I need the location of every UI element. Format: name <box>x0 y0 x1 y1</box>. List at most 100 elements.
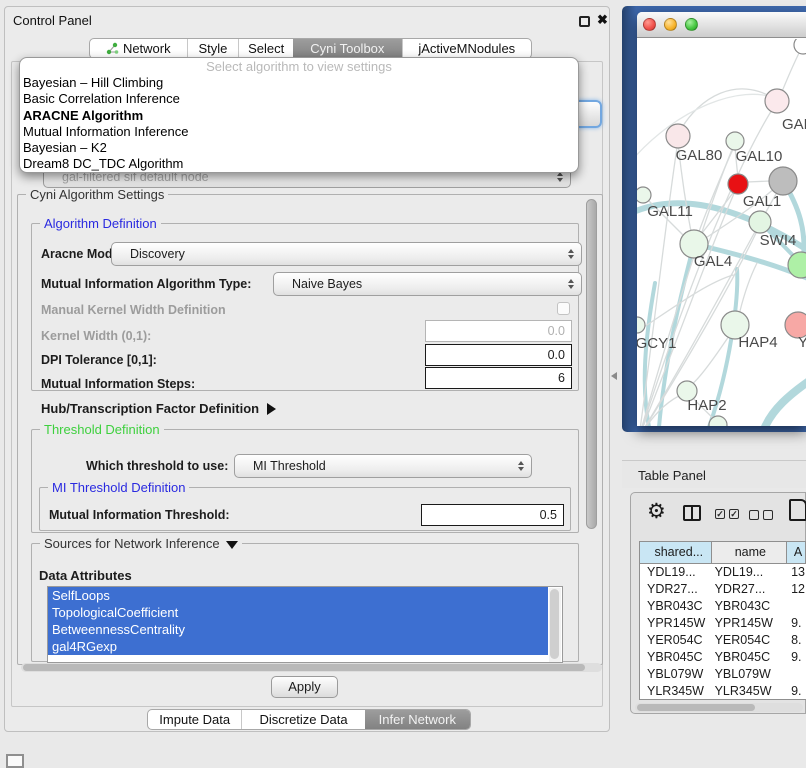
table-row[interactable]: YPR145WYPR145W9. <box>640 615 806 632</box>
manual-kernel-checkbox[interactable] <box>557 302 570 315</box>
data-attribute-item[interactable]: SelfLoops <box>48 587 548 604</box>
data-attribute-item[interactable]: gal4RGexp <box>48 638 548 655</box>
tab-label: Select <box>248 41 284 56</box>
column-header[interactable]: shared... <box>640 542 712 563</box>
which-threshold-combo[interactable]: MI Threshold <box>234 454 532 478</box>
algorithm-option[interactable]: Bayesian – K2 <box>20 140 578 156</box>
stepper-arrows-icon <box>518 461 524 471</box>
node-label: GAL <box>782 116 806 133</box>
tab-network[interactable]: Network <box>90 39 187 58</box>
network-node[interactable] <box>794 39 806 54</box>
dropdown-placeholder: Select algorithm to view settings <box>20 58 578 75</box>
tab-infer-network[interactable]: Infer Network <box>365 710 470 729</box>
sources-expander[interactable]: Sources for Network Inference <box>40 536 242 551</box>
node-label: GAL11 <box>647 203 693 220</box>
column-header[interactable]: A <box>787 542 806 563</box>
mi-threshold-field[interactable]: 0.5 <box>421 504 564 526</box>
tab-discretize-data[interactable]: Discretize Data <box>241 710 364 729</box>
table-cell: YLR345W <box>640 683 712 699</box>
stepper-arrows-icon <box>557 172 563 182</box>
table-row[interactable]: YER054CYER054C8. <box>640 632 806 649</box>
tab-select[interactable]: Select <box>238 39 293 58</box>
aracne-mode-combo[interactable]: Discovery <box>111 242 582 266</box>
algorithm-option[interactable]: Mutual Information Inference <box>20 124 578 140</box>
table-row[interactable]: YBR043CYBR043C <box>640 598 806 615</box>
network-node-gal1[interactable] <box>749 211 771 233</box>
aracne-mode-value: Discovery <box>130 247 185 261</box>
table-row[interactable]: YDL19...YDL19...13 <box>640 564 806 581</box>
table-cell: YBR043C <box>712 598 788 615</box>
column-header[interactable]: name <box>712 542 788 563</box>
list-vertical-scrollbar[interactable] <box>549 588 561 662</box>
network-edge[interactable] <box>747 181 770 182</box>
network-window: GALGAL80GAL10GAL11GAL1SWI4GAL4GCY1HAP4YH… <box>637 12 806 426</box>
mi-type-combo[interactable]: Naive Bayes <box>273 272 582 296</box>
close-traffic-icon[interactable] <box>643 18 656 31</box>
table-row[interactable]: YBR045CYBR045C9. <box>640 649 806 666</box>
network-node-gcy1[interactable] <box>637 317 645 333</box>
data-attributes-list[interactable]: SelfLoopsTopologicalCoefficientBetweenne… <box>47 586 563 663</box>
network-window-titlebar[interactable] <box>637 12 806 38</box>
collapsed-panel-icon[interactable] <box>6 754 24 768</box>
table-cell: YBL079W <box>712 666 788 683</box>
float-window-icon[interactable] <box>579 16 590 27</box>
node-label: Y <box>798 334 806 351</box>
table-cell: YER054C <box>712 632 788 649</box>
table-cell: 8. <box>787 632 806 649</box>
select-columns-icon[interactable]: ✓✓ <box>715 509 739 519</box>
network-node[interactable] <box>769 167 797 195</box>
settings-vertical-scrollbar[interactable] <box>586 199 597 529</box>
table-cell: 13 <box>787 564 806 581</box>
algorithm-option[interactable]: Dream8 DC_TDC Algorithm <box>20 156 578 172</box>
algorithm-option[interactable]: Basic Correlation Inference <box>20 91 578 107</box>
tab-label: Discretize Data <box>259 712 347 727</box>
table-cell <box>787 598 806 615</box>
close-icon[interactable]: ✖ <box>597 12 608 28</box>
expander-down-arrow-icon <box>226 541 238 549</box>
hub-definition-label: Hub/Transcription Factor Definition <box>41 401 259 416</box>
control-panel-tabbar: NetworkStyle Select Cyni ToolboxjActiveMNo… <box>89 38 532 59</box>
network-graph: GALGAL80GAL10GAL11GAL1SWI4GAL4GCY1HAP4YH… <box>637 39 806 426</box>
minimize-traffic-icon[interactable] <box>664 18 677 31</box>
table-row[interactable]: YDR27...YDR27...12 <box>640 581 806 598</box>
table-cell: 9. <box>787 615 806 632</box>
panel-title: Control Panel <box>13 13 92 28</box>
cyni-bottom-tabbar: Impute Data Discretize Data Infer Network <box>147 709 471 730</box>
algorithm-option[interactable]: ARACNE Algorithm <box>20 108 578 124</box>
mi-type-label: Mutual Information Algorithm Type: <box>41 277 251 291</box>
network-node-gal80[interactable] <box>666 124 690 148</box>
algorithm-dropdown-popup: Select algorithm to view settings Bayesi… <box>19 57 579 173</box>
data-attributes-label: Data Attributes <box>39 568 132 583</box>
algorithm-option[interactable]: Bayesian – Hill Climbing <box>20 75 578 91</box>
network-node[interactable] <box>728 174 748 194</box>
node-label: SWI4 <box>760 232 797 249</box>
gear-icon[interactable]: ⚙ <box>647 499 666 524</box>
network-edge[interactable] <box>740 263 757 311</box>
tab-jactivemnodules[interactable]: jActiveMNodules <box>402 39 531 58</box>
dpi-tolerance-field[interactable]: 0.0 <box>425 344 572 366</box>
zoom-traffic-icon[interactable] <box>685 18 698 31</box>
split-view-icon[interactable] <box>683 505 701 521</box>
settings-horizontal-scrollbar[interactable] <box>21 663 602 672</box>
panel-splitter-arrow-icon[interactable] <box>611 372 617 380</box>
network-canvas[interactable]: GALGAL80GAL10GAL11GAL1SWI4GAL4GCY1HAP4YH… <box>637 39 806 426</box>
network-edge[interactable] <box>765 381 806 426</box>
deselect-columns-icon[interactable] <box>749 510 773 520</box>
network-node-gal[interactable] <box>765 89 789 113</box>
new-table-icon[interactable] <box>789 499 806 521</box>
table-horizontal-scrollbar[interactable] <box>635 703 803 712</box>
tab-cyni-toolbox[interactable]: Cyni Toolbox <box>293 39 402 58</box>
tab-style[interactable]: Style <box>187 39 239 58</box>
tab-impute-data[interactable]: Impute Data <box>148 710 241 729</box>
table-row[interactable]: YLR345WYLR345W9. <box>640 683 806 699</box>
network-node-gal11[interactable] <box>637 187 651 203</box>
data-attribute-item[interactable]: BetweennessCentrality <box>48 621 548 638</box>
data-attribute-item[interactable]: TopologicalCoefficient <box>48 604 548 621</box>
mi-steps-field[interactable]: 6 <box>425 367 572 389</box>
kernel-width-field[interactable]: 0.0 <box>425 320 572 342</box>
table-row[interactable]: YBL079WYBL079W <box>640 666 806 683</box>
apply-button[interactable]: Apply <box>271 676 338 698</box>
which-threshold-value: MI Threshold <box>253 459 326 473</box>
hub-definition-expander[interactable]: Hub/Transcription Factor Definition <box>41 401 276 416</box>
table-panel-header: Table Panel <box>622 460 806 488</box>
